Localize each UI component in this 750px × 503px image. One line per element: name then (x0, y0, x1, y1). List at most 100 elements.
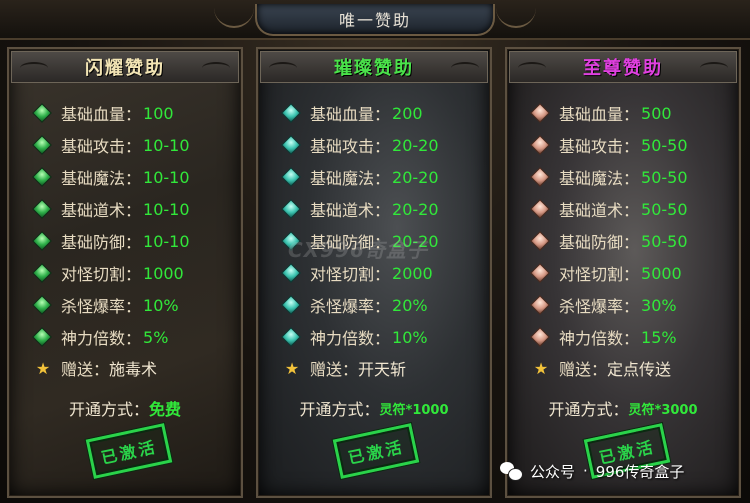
sponsor-window: 唯一赞助 闪耀赞助 基础血量： 100 基础攻击： 10-10 基础魔法： 10-10 基础… (0, 0, 750, 503)
gem-icon (32, 295, 52, 315)
gem-icon (281, 167, 301, 187)
stat-label: 基础防御： (559, 233, 640, 252)
stat-row: 杀怪爆率： 30% (530, 293, 677, 317)
gem-icon (32, 327, 52, 347)
stat-value: 50-50 (641, 231, 688, 251)
stat-row: 基础道术： 50-50 (530, 197, 688, 221)
header-ornament-icon (269, 62, 297, 74)
gem-icon (32, 103, 52, 123)
stat-label: 对怪切割： (61, 265, 142, 284)
stat-row: 杀怪爆率： 20% (281, 293, 428, 317)
gem-icon (281, 263, 301, 283)
open-method: 开通方式： 灵符*3000 (507, 396, 739, 420)
stat-label: 神力倍数： (310, 329, 391, 348)
wechat-icon (500, 462, 523, 481)
sponsor-panel-supreme: 至尊赞助 基础血量： 500 基础攻击： 50-50 基础魔法： 50-50 基础道术： 50… (505, 47, 741, 498)
stat-value: 10-10 (143, 231, 190, 251)
stat-value: 100 (143, 103, 174, 123)
gem-icon (281, 295, 301, 315)
activated-stamp[interactable]: 已激活 (85, 423, 173, 479)
stat-label: 基础魔法： (61, 169, 142, 188)
gift-value: 定点传送 (607, 360, 672, 379)
stat-value: 500 (641, 103, 672, 123)
stat-value: 10% (143, 295, 179, 315)
header-ornament-icon (700, 62, 728, 74)
gem-icon (530, 295, 550, 315)
gem-icon (281, 103, 301, 123)
panel-header: 至尊赞助 (509, 51, 737, 83)
gift-value: 开天斩 (358, 360, 407, 379)
header-ornament-icon (20, 62, 48, 74)
window-title: 唯一赞助 (338, 11, 411, 30)
stat-value: 5% (143, 327, 169, 347)
open-method: 开通方式： 免费 (9, 396, 241, 420)
open-method-value: 免费 (149, 400, 182, 419)
stat-row: 基础魔法： 50-50 (530, 165, 688, 189)
open-method-label: 开通方式： (548, 400, 629, 419)
stat-row: 基础魔法： 10-10 (32, 165, 190, 189)
stat-label: 基础魔法： (310, 169, 391, 188)
stat-label: 基础魔法： (559, 169, 640, 188)
watermark-account-type: 公众号 (530, 462, 576, 481)
stat-value: 1000 (143, 263, 184, 283)
title-bar: 唯一赞助 (0, 0, 750, 40)
panel-header: 闪耀赞助 (11, 51, 239, 83)
activated-stamp[interactable]: 已激活 (332, 423, 420, 479)
panel-header: 璀璨赞助 (260, 51, 488, 83)
stat-value: 50-50 (641, 167, 688, 187)
stat-value: 200 (392, 103, 423, 123)
gift-row: ★ 赠送： 施毒术 (35, 356, 157, 380)
stat-value: 20% (392, 295, 428, 315)
stat-row: 基础防御： 10-10 (32, 229, 190, 253)
gem-icon (530, 199, 550, 219)
header-ornament-icon (202, 62, 230, 74)
gem-icon (281, 199, 301, 219)
stat-row: 基础魔法： 20-20 (281, 165, 439, 189)
stat-label: 基础防御： (61, 233, 142, 252)
stat-value: 10% (392, 327, 428, 347)
stat-value: 5000 (641, 263, 682, 283)
stat-label: 对怪切割： (310, 265, 391, 284)
stat-label: 基础道术： (310, 201, 391, 220)
panel-title: 璀璨赞助 (334, 58, 414, 79)
stat-value: 20-20 (392, 135, 439, 155)
gift-label: 赠送： (310, 360, 359, 379)
stat-value: 2000 (392, 263, 433, 283)
stat-label: 神力倍数： (559, 329, 640, 348)
gem-icon (32, 231, 52, 251)
stat-row: 神力倍数： 10% (281, 325, 428, 349)
panel-title: 闪耀赞助 (85, 58, 165, 79)
wechat-watermark: 公众号 · 996传奇盒子 (500, 458, 684, 484)
stat-label: 基础攻击： (310, 137, 391, 156)
stat-row: 杀怪爆率： 10% (32, 293, 179, 317)
gem-icon (530, 231, 550, 251)
stat-value: 20-20 (392, 199, 439, 219)
gem-icon (281, 135, 301, 155)
stat-value: 15% (641, 327, 677, 347)
gem-icon (32, 263, 52, 283)
stat-row: 神力倍数： 5% (32, 325, 169, 349)
stat-value: 20-20 (392, 167, 439, 187)
star-icon: ★ (284, 358, 300, 378)
gem-icon (281, 327, 301, 347)
stat-value: 10-10 (143, 199, 190, 219)
star-icon: ★ (35, 358, 51, 378)
stat-value: 30% (641, 295, 677, 315)
watermark-separator: · (583, 462, 588, 480)
gem-icon (530, 263, 550, 283)
stat-label: 基础血量： (61, 105, 142, 124)
sponsor-panel-shining: 闪耀赞助 基础血量： 100 基础攻击： 10-10 基础魔法： 10-10 基础道术： 10… (7, 47, 243, 498)
gift-label: 赠送： (559, 360, 608, 379)
gem-icon (32, 199, 52, 219)
stat-row: 基础防御： 50-50 (530, 229, 688, 253)
gem-icon (530, 167, 550, 187)
header-ornament-icon (451, 62, 479, 74)
gem-icon (32, 167, 52, 187)
open-method: 开通方式： 灵符*1000 (258, 396, 490, 420)
stat-label: 杀怪爆率： (559, 297, 640, 316)
stat-label: 基础攻击： (61, 137, 142, 156)
stat-value: 50-50 (641, 199, 688, 219)
gem-icon (530, 135, 550, 155)
stat-label: 杀怪爆率： (61, 297, 142, 316)
panel-title: 至尊赞助 (583, 58, 663, 79)
